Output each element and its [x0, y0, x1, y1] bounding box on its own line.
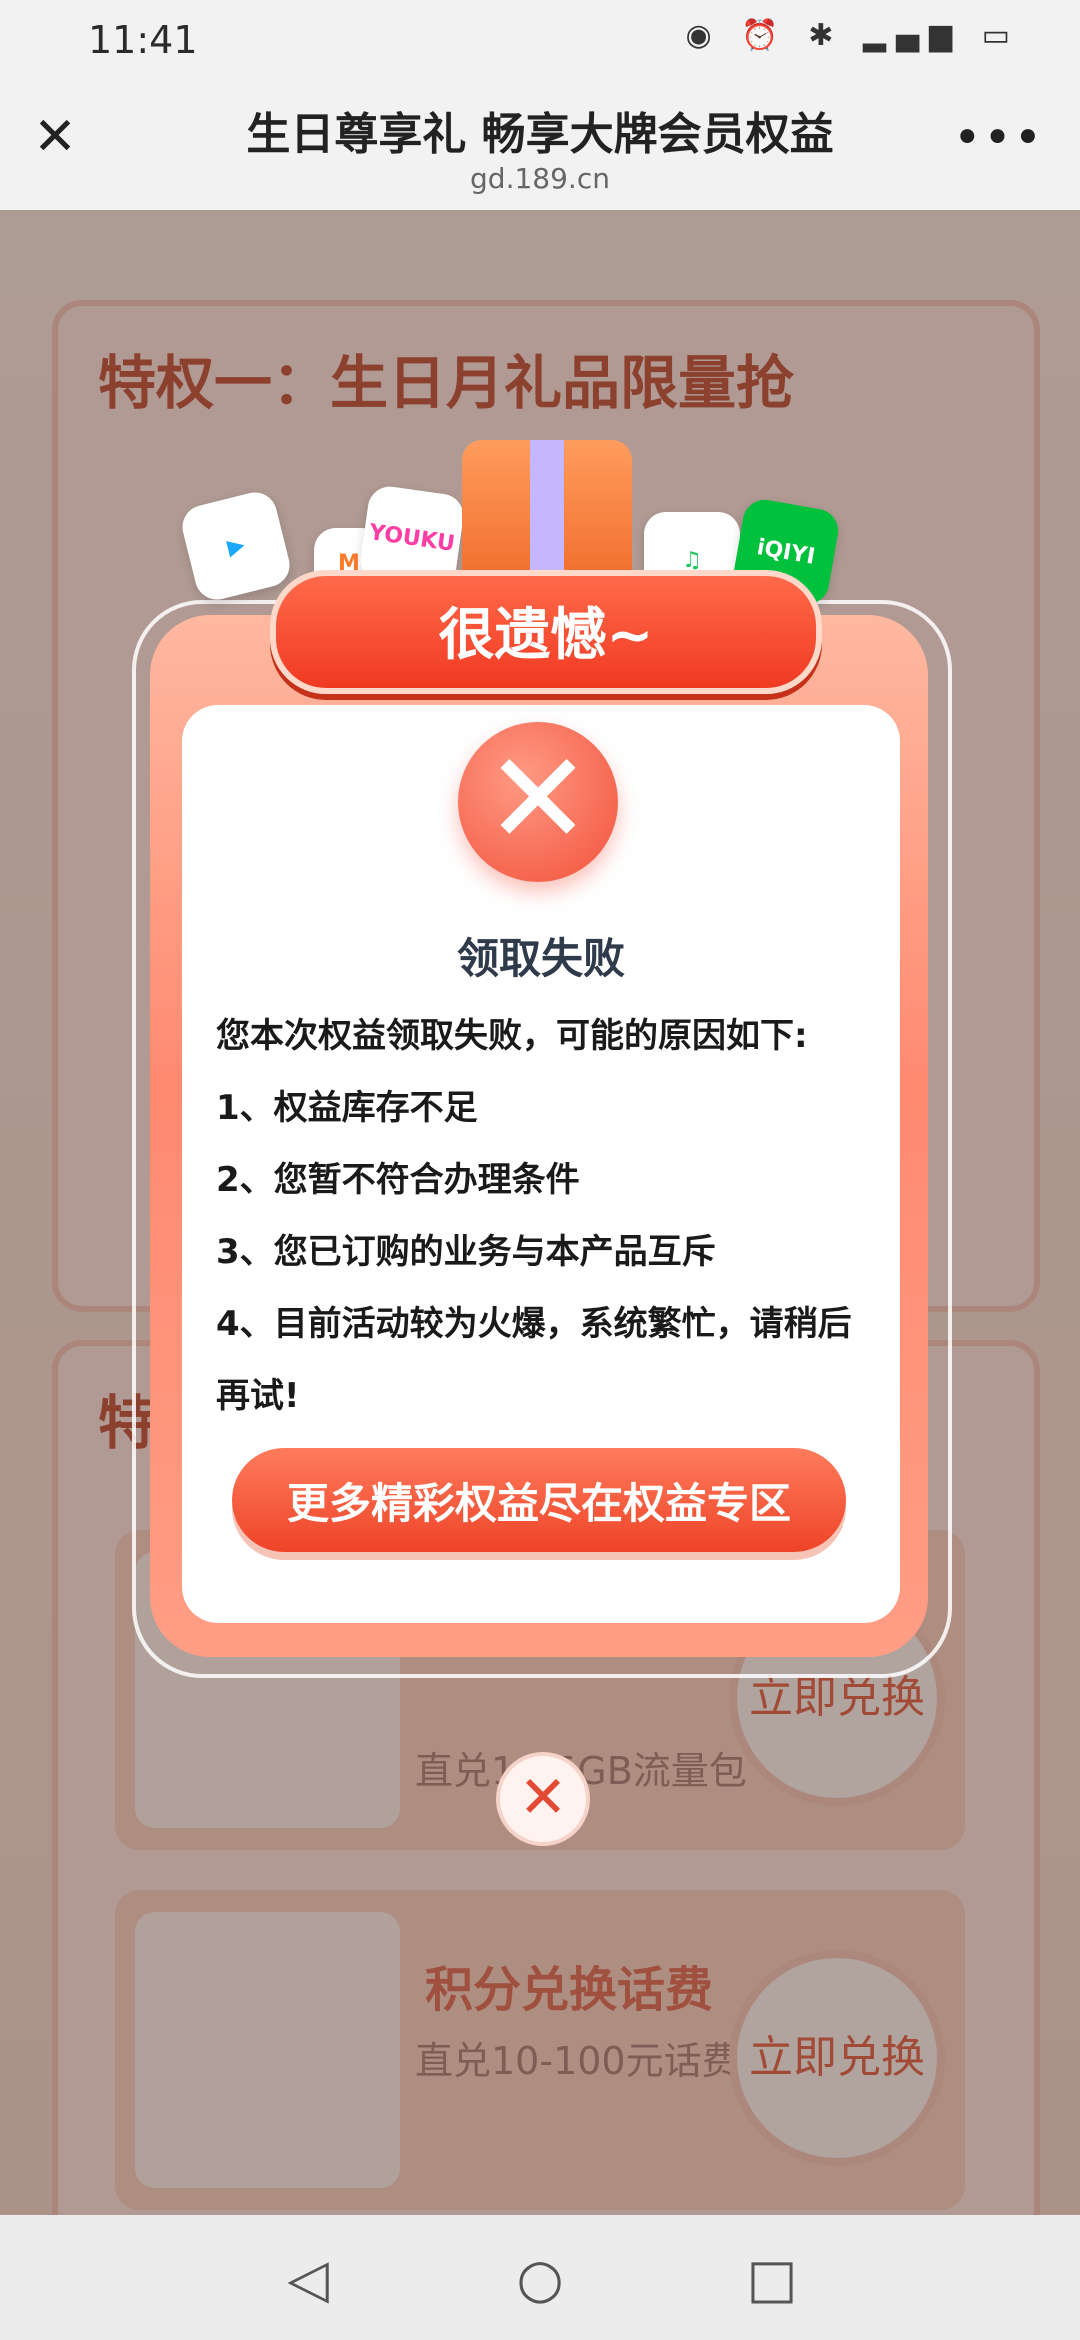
close-icon: ✕	[518, 1763, 568, 1831]
battery-icon: ▭	[981, 18, 1020, 53]
page-domain: gd.189.cn	[470, 162, 610, 195]
modal-close-button[interactable]: ✕	[496, 1752, 590, 1846]
signal-icon: ▂▄▆	[862, 18, 963, 53]
status-bar: 11:41 ◉ ⏰ ✱ ▂▄▆ ▭	[0, 0, 1080, 82]
fail-icon: ✕	[458, 722, 618, 882]
reason-item: 2、您暂不符合办理条件	[216, 1160, 580, 1200]
status-time: 11:41	[88, 18, 198, 62]
benefits-zone-button[interactable]: 更多精彩权益尽在权益专区	[232, 1448, 846, 1552]
gift-icon	[462, 440, 632, 590]
modal-intro: 您本次权益领取失败，可能的原因如下:	[216, 1016, 808, 1056]
page-title: 生日尊享礼 畅享大牌会员权益	[246, 109, 834, 160]
more-icon[interactable]: •••	[953, 110, 1044, 166]
modal-title: 领取失败	[456, 934, 625, 983]
bluetooth-icon: ✱	[808, 18, 844, 53]
eye-icon: ◉	[685, 18, 722, 53]
browser-header: ✕ 生日尊享礼 畅享大牌会员权益 gd.189.cn •••	[0, 82, 1080, 210]
reason-item: 4、目前活动较为火爆，系统繁忙，请稍后再试!	[216, 1304, 852, 1416]
banner-text: 很遗憾~	[438, 603, 654, 668]
reason-item: 1、权益库存不足	[216, 1088, 478, 1128]
reason-item: 3、您已订购的业务与本产品互斥	[216, 1232, 716, 1272]
nav-bar: ◁ ○ □	[0, 2215, 1080, 2340]
recents-icon[interactable]: □	[742, 2249, 802, 2309]
status-icons: ◉ ⏰ ✱ ▂▄▆ ▭	[686, 18, 1020, 53]
modal-banner: 很遗憾~	[270, 570, 822, 694]
cta-label: 更多精彩权益尽在权益专区	[286, 1479, 791, 1528]
back-icon[interactable]: ◁	[278, 2249, 338, 2309]
alarm-icon: ⏰	[741, 18, 789, 53]
home-icon[interactable]: ○	[510, 2249, 570, 2309]
